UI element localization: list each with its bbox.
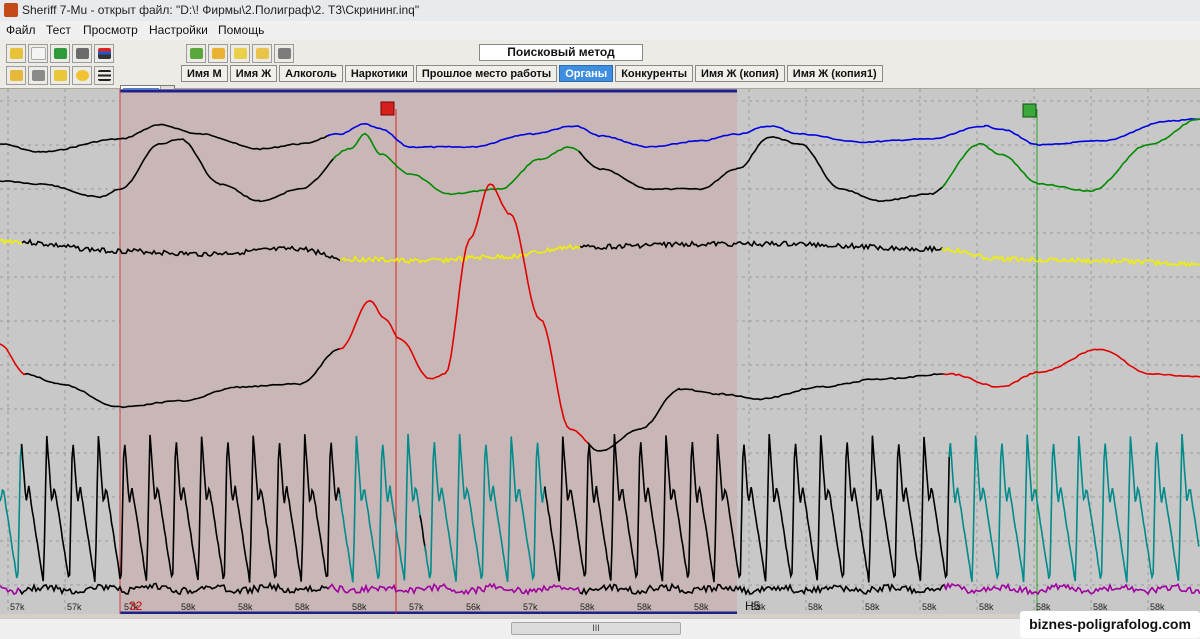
gsr-trace [0, 238, 25, 246]
wrench-icon [75, 48, 89, 59]
tab-drugs[interactable]: Наркотики [344, 65, 414, 82]
scroll-thumb[interactable]: III [511, 622, 681, 635]
print-button[interactable] [274, 44, 294, 63]
lines-icon [97, 70, 111, 81]
question-tabs: Имя М Имя Ж Алкоголь Наркотики Прошлое м… [181, 65, 883, 84]
time-label: 58k [181, 602, 196, 612]
respiration-lower-trace [941, 118, 1200, 193]
cardio-trace [942, 348, 1200, 388]
tab-previous-job[interactable]: Прошлое место работы [415, 65, 558, 82]
gsr-trace [941, 246, 1200, 268]
tab-alcohol[interactable]: Алкоголь [279, 65, 343, 82]
check-icon [189, 48, 203, 59]
tools-button[interactable] [72, 44, 92, 63]
tab-organs[interactable]: Органы [559, 65, 614, 82]
time-label: 58k [808, 602, 823, 612]
question-flag-icon[interactable] [380, 101, 395, 116]
time-label: 57k [10, 602, 25, 612]
time-label: 58k [694, 602, 709, 612]
tab-name-f[interactable]: Имя Ж [229, 65, 278, 82]
pleth-trace [948, 433, 1200, 583]
grid-button[interactable] [28, 66, 48, 85]
chart-svg: 57k 57k 57k 58k 58k 58k 58k 57k 56k 57k 58k 58k 58k 5… [0, 89, 1200, 614]
comment-button[interactable] [230, 44, 250, 63]
import-icon [9, 48, 23, 59]
notes-icon [53, 70, 67, 81]
marker-label: Н5 [745, 599, 761, 613]
time-label: 57k [409, 602, 424, 612]
time-label: 58k [637, 602, 652, 612]
watermark: biznes-poligrafolog.com [1020, 611, 1200, 638]
title-bar: Sheriff 7-Mu - открыт файл: "D:\! Фирмы\… [0, 0, 1200, 22]
motion-trace [0, 585, 23, 596]
check-button[interactable] [186, 44, 206, 63]
add-button[interactable] [50, 44, 70, 63]
printer-icon [277, 48, 291, 59]
menu-help[interactable]: Помощь [218, 23, 264, 37]
tab-name-m[interactable]: Имя М [181, 65, 228, 82]
time-label: 57k [523, 602, 538, 612]
time-label: 56k [466, 602, 481, 612]
face-button[interactable] [72, 66, 92, 85]
save-button[interactable] [28, 44, 48, 63]
window-title: Sheriff 7-Mu - открыт файл: "D:\! Фирмы\… [22, 3, 420, 17]
time-label: 58k [922, 602, 937, 612]
list-icon [97, 48, 111, 59]
tab-competitors[interactable]: Конкуренты [615, 65, 694, 82]
comment-icon [233, 48, 247, 59]
tab-name-f-copy1[interactable]: Имя Ж (копия1) [786, 65, 883, 82]
time-label: 58k [238, 602, 253, 612]
time-label: 58k [295, 602, 310, 612]
question-icon [211, 48, 225, 59]
save-icon [30, 47, 46, 60]
question-selection [120, 89, 737, 614]
time-label: 57k [67, 602, 82, 612]
menu-settings[interactable]: Настройки [149, 23, 208, 37]
time-label: 58k [580, 602, 595, 612]
menu-test[interactable]: Тест [46, 23, 71, 37]
method-title: Поисковый метод [479, 44, 643, 61]
cardio-trace [0, 343, 29, 376]
list-button[interactable] [94, 44, 114, 63]
pleth-trace [0, 443, 24, 579]
comment-edit-icon [255, 48, 269, 59]
import-button[interactable] [6, 44, 26, 63]
folder-icon [9, 70, 23, 81]
face-icon [75, 70, 89, 81]
chart-lines-button[interactable] [94, 66, 114, 85]
time-label: 58k [865, 602, 880, 612]
menu-file[interactable]: Файл [6, 23, 36, 37]
answer-flag-icon[interactable] [1022, 103, 1037, 118]
add-icon [53, 48, 67, 59]
grid-icon [31, 70, 45, 81]
polygraph-chart[interactable]: 57k 57k 57k 58k 58k 58k 58k 57k 56k 57k 58k 58k 58k 5… [0, 89, 1200, 614]
tab-name-f-copy[interactable]: Имя Ж (копия) [695, 65, 785, 82]
question-button[interactable] [208, 44, 228, 63]
menu-view[interactable]: Просмотр [83, 23, 138, 37]
open-button[interactable] [6, 66, 26, 85]
comment-edit-button[interactable] [252, 44, 272, 63]
time-label: 58k [352, 602, 367, 612]
time-label: 58k [979, 602, 994, 612]
time-axis: 57k 57k 57k 58k 58k 58k 58k 57k 56k 57k 58k 58k 58k 5… [10, 602, 1165, 612]
question-number: 32 [129, 599, 143, 613]
notes-button[interactable] [50, 66, 70, 85]
app-icon [4, 3, 18, 17]
menu-bar: Файл Тест Просмотр Настройки Помощь [0, 21, 1200, 41]
